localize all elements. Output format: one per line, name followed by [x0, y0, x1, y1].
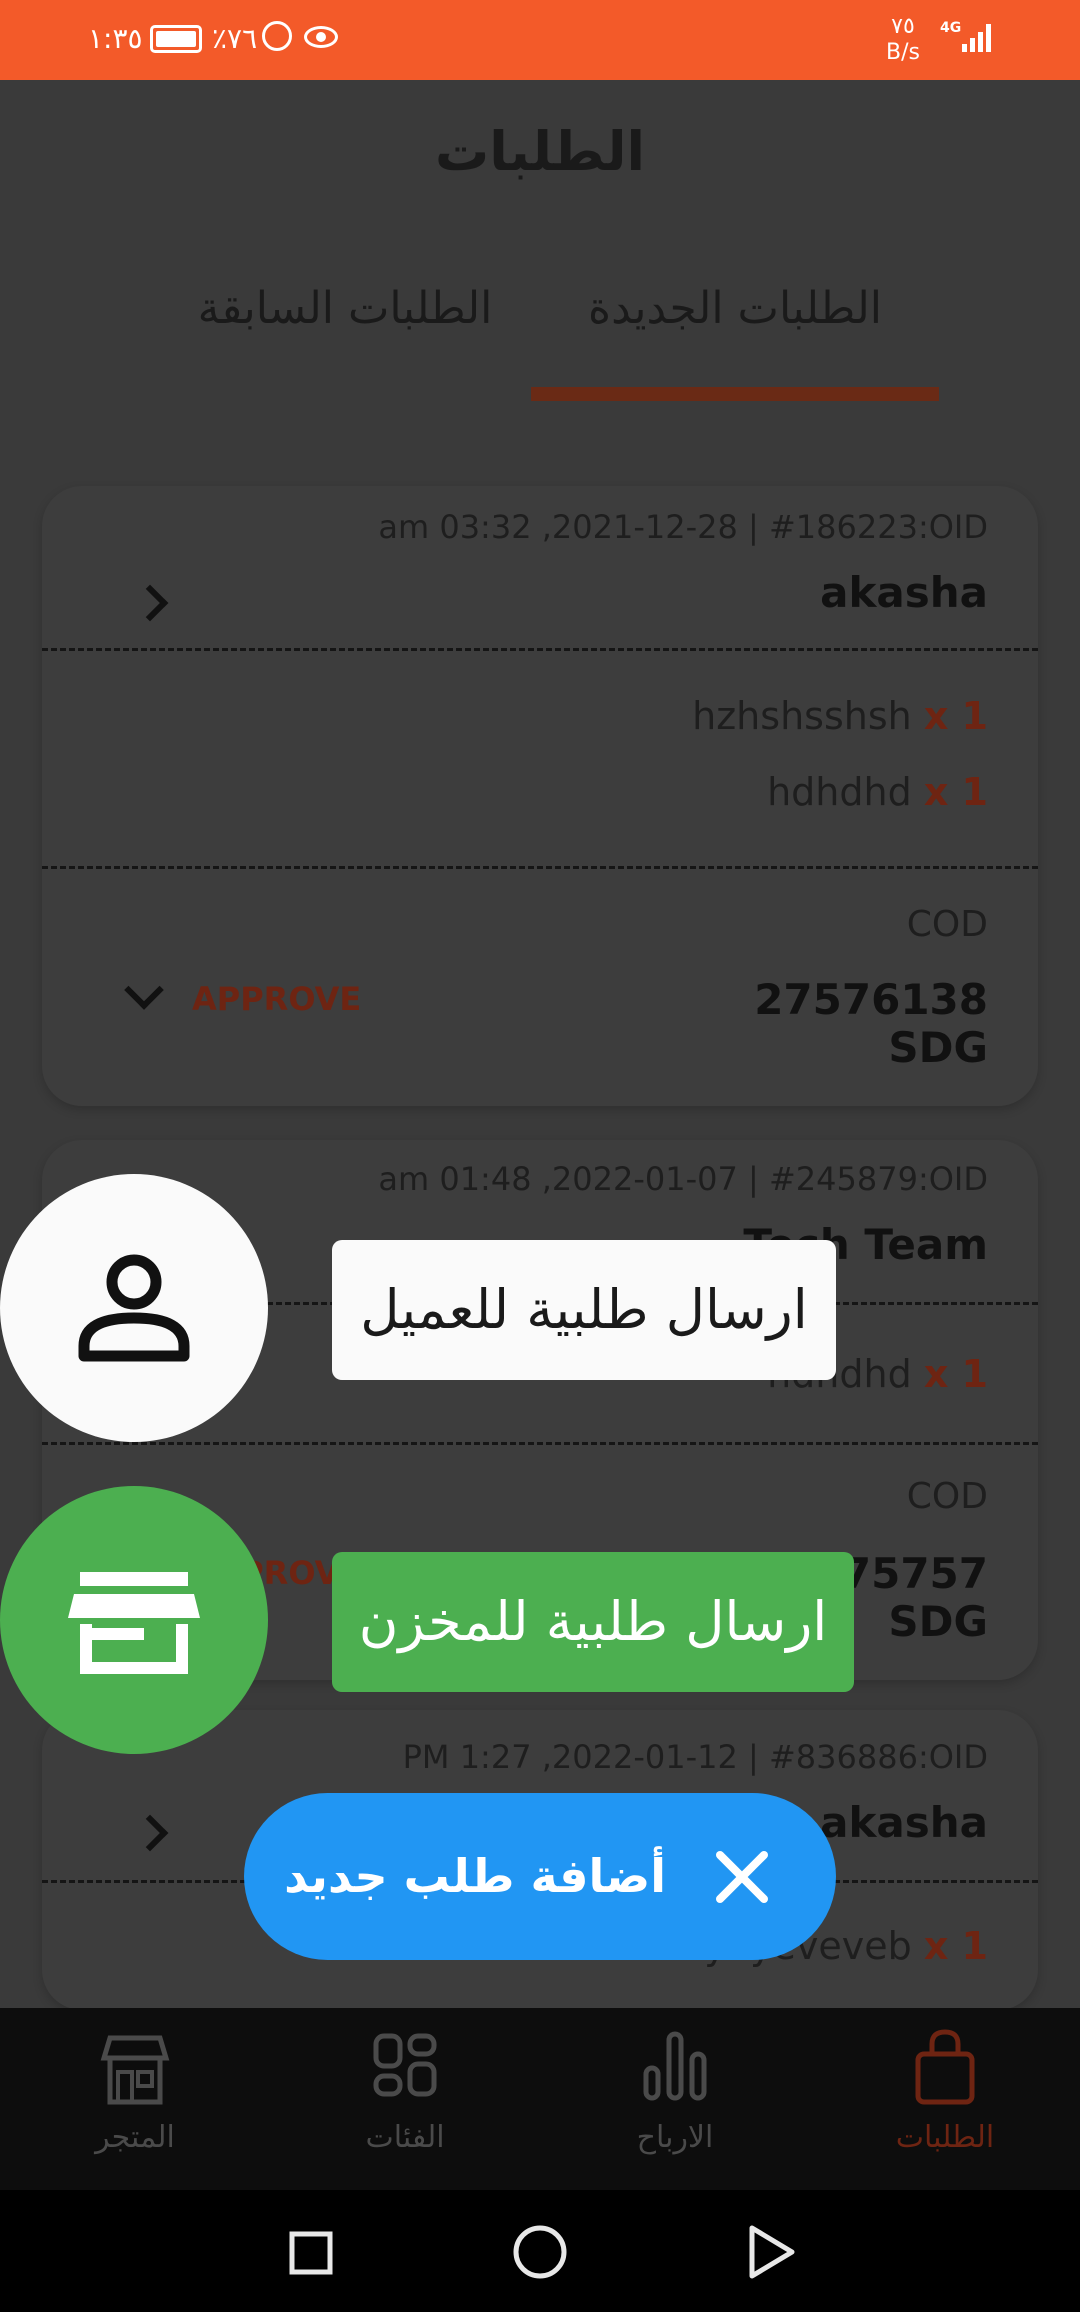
order-item: hdhdhd x 1: [767, 770, 988, 814]
network-speed-value: ٧٥: [891, 14, 915, 39]
signal-icon: [962, 22, 994, 52]
nav-label-categories: الفئات: [365, 2120, 445, 2155]
order-amount-currency: SDG: [888, 1023, 988, 1072]
store-icon: [68, 1572, 200, 1674]
battery-level: ٪٧٦: [212, 22, 258, 55]
order-customer-name: akasha: [820, 568, 988, 617]
order-amount-currency: SDG: [888, 1597, 988, 1646]
tab-new-orders[interactable]: الطلبات الجديدة: [530, 283, 940, 334]
payment-method: COD: [906, 1476, 988, 1517]
eye-comfort-icon: [304, 26, 338, 48]
close-icon: [716, 1851, 768, 1903]
approve-button[interactable]: APPROVE: [192, 980, 361, 1018]
bar-chart-icon: [643, 2031, 707, 2101]
back-icon[interactable]: [730, 2212, 810, 2292]
send-to-customer-label[interactable]: ارسال طلبية للعميل: [332, 1240, 836, 1380]
chevron-right-icon[interactable]: [131, 1814, 169, 1852]
nav-item-store[interactable]: المتجر: [0, 2008, 270, 2190]
nav-item-orders[interactable]: الطلبات: [810, 2008, 1080, 2190]
add-new-order-label: أضافة طلب جديد: [284, 1849, 666, 1903]
order-meta: PM 1:27 ,2022-01-12 | #836886:OID: [402, 1738, 988, 1776]
order-amount-value: 27576138: [754, 975, 988, 1024]
store-icon: [100, 2035, 170, 2105]
tab-previous-orders[interactable]: الطلبات السابقة: [160, 283, 530, 334]
item-quantity: x 1: [923, 1352, 988, 1396]
network-speed: ٧٥ B/s: [886, 14, 920, 66]
recent-apps-icon[interactable]: [270, 2212, 350, 2292]
nav-label-store: المتجر: [95, 2120, 175, 2155]
divider: [42, 866, 1038, 869]
send-to-customer-fab[interactable]: [0, 1174, 268, 1442]
send-to-store-label[interactable]: ارسال طلبية للمخزن: [332, 1552, 854, 1692]
order-amount: 75757 SDG: [842, 1550, 988, 1646]
nav-label-orders: الطلبات: [895, 2120, 995, 2155]
order-meta: am 01:48 ,2022-01-07 | #245879:OID: [378, 1160, 988, 1198]
active-tab-indicator: [531, 387, 939, 401]
payment-method: COD: [906, 904, 988, 945]
status-time: ١:٣٥: [88, 22, 143, 55]
order-amount: 27576138 SDG: [754, 976, 988, 1072]
grid-icon: [373, 2033, 437, 2097]
divider: [42, 648, 1038, 651]
item-name: hzhshsshsh: [692, 694, 912, 738]
order-card[interactable]: am 03:32 ,2021-12-28 | #186223:OID akash…: [42, 486, 1038, 1106]
send-to-store-fab[interactable]: [0, 1486, 268, 1754]
page-title: الطلبات: [434, 120, 645, 183]
chevron-down-icon[interactable]: [124, 970, 164, 1010]
alarm-icon: [262, 21, 292, 51]
order-customer-name: akasha: [820, 1798, 988, 1847]
home-icon[interactable]: [500, 2212, 580, 2292]
item-quantity: x 1: [923, 770, 988, 814]
nav-item-earnings[interactable]: الارباح: [540, 2008, 810, 2190]
add-new-order-button[interactable]: أضافة طلب جديد: [244, 1793, 836, 1960]
shopping-bag-icon: [915, 2029, 975, 2105]
status-bar: ١:٣٥ ٪٧٦ ٧٥ B/s 4G: [0, 0, 1080, 80]
person-icon: [78, 1254, 190, 1362]
item-name: hdhdhd: [767, 770, 912, 814]
bottom-navigation: المتجر الفئات الارباح الطلبات: [0, 2008, 1080, 2190]
chevron-right-icon[interactable]: [131, 584, 169, 622]
network-type: 4G: [940, 20, 962, 36]
divider: [42, 1442, 1038, 1445]
item-quantity: x 1: [923, 694, 988, 738]
item-quantity: x 1: [923, 1924, 988, 1968]
nav-label-earnings: الارباح: [636, 2120, 714, 2155]
battery-icon: [150, 25, 202, 53]
system-navigation-bar: [0, 2190, 1080, 2312]
nav-item-categories[interactable]: الفئات: [270, 2008, 540, 2190]
order-item: hzhshsshsh x 1: [692, 694, 988, 738]
order-meta: am 03:32 ,2021-12-28 | #186223:OID: [378, 508, 988, 546]
network-speed-unit: B/s: [886, 40, 920, 65]
order-amount-value: 75757: [841, 1549, 988, 1598]
